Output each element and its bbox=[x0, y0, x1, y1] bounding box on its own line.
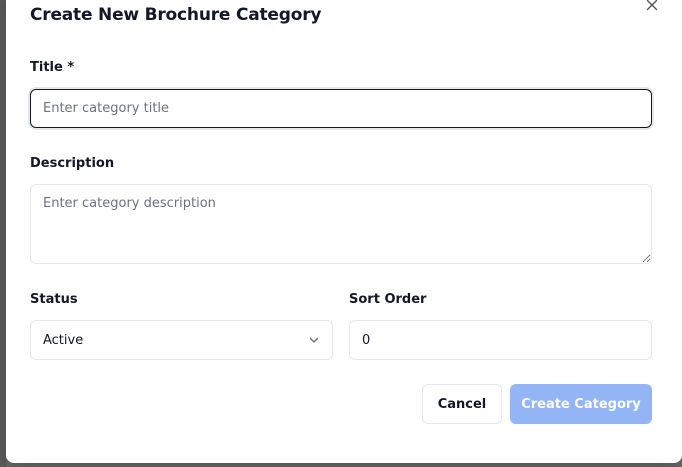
status-selected-value: Active bbox=[43, 332, 84, 348]
create-category-dialog: Create New Brochure Category Title * Des… bbox=[6, 0, 682, 463]
sort-order-input[interactable] bbox=[349, 320, 652, 360]
sort-order-label: Sort Order bbox=[349, 292, 427, 307]
status-label: Status bbox=[30, 292, 78, 307]
status-select[interactable]: Active bbox=[30, 320, 333, 360]
dialog-title: Create New Brochure Category bbox=[30, 5, 322, 25]
close-button[interactable] bbox=[642, 0, 662, 15]
description-label: Description bbox=[30, 156, 115, 171]
cancel-button[interactable]: Cancel bbox=[422, 384, 502, 424]
close-icon bbox=[646, 0, 658, 11]
title-label: Title * bbox=[30, 60, 75, 75]
description-textarea[interactable] bbox=[30, 184, 652, 264]
create-category-button[interactable]: Create Category bbox=[510, 384, 652, 424]
chevron-down-icon bbox=[308, 334, 320, 346]
title-input[interactable] bbox=[30, 89, 652, 128]
